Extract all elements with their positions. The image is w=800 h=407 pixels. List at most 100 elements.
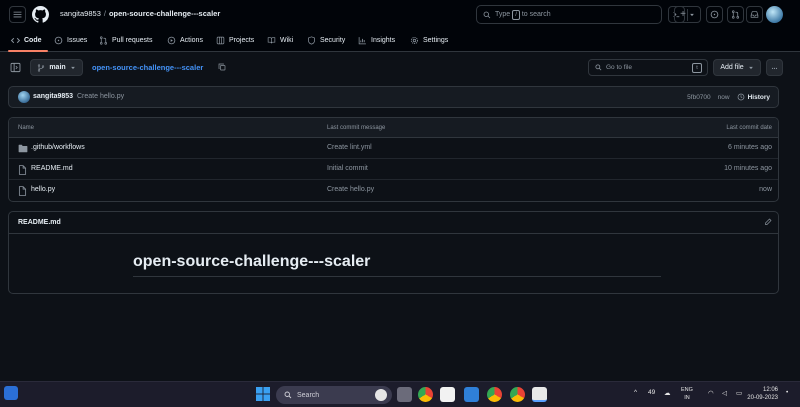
- copy-path-button[interactable]: [218, 63, 226, 71]
- chrome-icon[interactable]: [418, 387, 433, 402]
- tab-insights-label: Insights: [371, 37, 396, 44]
- tab-issues[interactable]: Issues: [54, 29, 87, 52]
- history-icon: [737, 93, 744, 101]
- widgets-icon[interactable]: [4, 386, 18, 400]
- add-file-label: Add file: [720, 64, 744, 71]
- branch-selector-button[interactable]: main: [30, 59, 83, 76]
- commit-author[interactable]: sangita9853: [33, 93, 73, 100]
- menu-button[interactable]: [9, 6, 26, 23]
- search-icon: [595, 64, 602, 71]
- user-avatar[interactable]: [766, 6, 783, 23]
- git-branch-icon: [38, 63, 45, 72]
- tab-issues-label: Issues: [67, 37, 88, 44]
- repo-tabs: Code Issues Pull requests Actions Projec…: [0, 29, 800, 52]
- tab-code[interactable]: Code: [11, 29, 42, 52]
- search-suffix: to search: [521, 11, 551, 18]
- branch-name: main: [49, 64, 66, 71]
- expand-file-tree-button[interactable]: [10, 62, 21, 73]
- go-to-file-shortcut: t: [692, 63, 702, 73]
- taskbar-clock[interactable]: 12:06 20-09-2023: [747, 386, 778, 402]
- tab-wiki-label: Wiki: [280, 37, 294, 44]
- task-view-icon[interactable]: [397, 387, 412, 402]
- history-label: History: [747, 93, 770, 101]
- chevron-up-icon[interactable]: ^: [634, 389, 637, 396]
- git-pull-request-icon: [99, 36, 108, 45]
- create-new-button[interactable]: +: [674, 6, 701, 23]
- tab-insights[interactable]: Insights: [358, 29, 395, 52]
- table-row[interactable]: README.md Initial commit 10 minutes ago: [9, 159, 778, 180]
- repo-path-title[interactable]: open-source-challenge---scaler: [92, 63, 203, 72]
- tab-security[interactable]: Security: [307, 29, 345, 52]
- tab-pull-requests[interactable]: Pull requests: [99, 29, 152, 52]
- tab-projects-label: Projects: [229, 37, 255, 44]
- notification-bell-icon[interactable]: •: [786, 389, 788, 396]
- language-indicator[interactable]: ENG IN: [681, 386, 693, 402]
- readme-title[interactable]: README.md: [18, 219, 61, 226]
- file-icon: [18, 165, 27, 175]
- history-link[interactable]: History: [737, 93, 770, 101]
- pencil-icon[interactable]: [764, 218, 772, 226]
- github-logo[interactable]: [32, 6, 49, 23]
- volume-icon[interactable]: ◁: [722, 389, 727, 397]
- clock-date: 20-09-2023: [747, 395, 778, 401]
- github-header: sangita9853/open-source-challenge---scal…: [0, 0, 800, 52]
- inbox-icon: [750, 11, 759, 18]
- active-app-icon[interactable]: [532, 387, 547, 402]
- triangle-down-icon: [70, 66, 75, 69]
- start-button[interactable]: [256, 387, 270, 401]
- active-tab-indicator: [8, 50, 48, 52]
- tab-settings[interactable]: Settings: [410, 29, 448, 52]
- commit-message[interactable]: Create hello.py: [77, 93, 124, 100]
- breadcrumb-separator: /: [103, 9, 106, 18]
- file-name[interactable]: README.md: [31, 165, 73, 172]
- file-commit-message[interactable]: Create hello.py: [327, 186, 374, 193]
- file-commit-message[interactable]: Create lint.yml: [327, 144, 372, 151]
- file-commit-message[interactable]: Initial commit: [327, 165, 368, 172]
- gear-icon: [410, 36, 419, 45]
- triangle-down-icon: [690, 13, 694, 16]
- tab-actions[interactable]: Actions: [167, 29, 203, 52]
- inbox-button[interactable]: [746, 6, 763, 23]
- global-search-input[interactable]: Type / to search: [476, 5, 662, 24]
- author-avatar[interactable]: [18, 91, 30, 103]
- file-commit-date: 6 minutes ago: [728, 144, 772, 151]
- tradingview-icon[interactable]: [440, 387, 455, 402]
- cloud-icon[interactable]: ☁: [664, 389, 671, 397]
- breadcrumb-repo[interactable]: open-source-challenge---scaler: [109, 9, 220, 18]
- play-icon: [167, 36, 176, 45]
- github-mark-icon: [32, 6, 49, 23]
- commit-sha[interactable]: 5fb0700: [687, 94, 711, 101]
- go-to-file-input[interactable]: Go to file t: [588, 59, 708, 76]
- chrome-profile-icon[interactable]: [487, 387, 502, 402]
- search-prefix: Type: [495, 11, 511, 18]
- search-shortcut-key: /: [512, 9, 520, 20]
- graph-icon: [358, 37, 366, 45]
- breadcrumb-owner[interactable]: sangita9853: [60, 9, 101, 18]
- issue-opened-icon: [710, 10, 719, 19]
- more-options-button[interactable]: ...: [766, 59, 783, 76]
- battery-icon[interactable]: ▭: [736, 389, 742, 397]
- taskbar-search[interactable]: Search: [276, 386, 392, 404]
- tab-wiki[interactable]: Wiki: [267, 29, 293, 52]
- repo-breadcrumb: sangita9853/open-source-challenge---scal…: [60, 9, 220, 18]
- table-row[interactable]: .github/workflows Create lint.yml 6 minu…: [9, 138, 778, 159]
- tab-projects[interactable]: Projects: [216, 29, 254, 52]
- wifi-icon[interactable]: ◠: [708, 389, 714, 397]
- pull-requests-button[interactable]: [727, 6, 744, 23]
- repo-file-navigation: main open-source-challenge---scaler Go t…: [0, 58, 800, 78]
- sidebar-expand-icon: [10, 62, 21, 73]
- commit-meta: 5fb0700 now History: [687, 93, 770, 101]
- add-file-button[interactable]: Add file: [713, 59, 761, 76]
- language-code: ENG: [681, 387, 693, 393]
- temperature-readout[interactable]: 49: [648, 389, 655, 396]
- notes-app-icon[interactable]: [464, 387, 479, 402]
- table-row[interactable]: hello.py Create hello.py now: [9, 180, 778, 201]
- file-name[interactable]: .github/workflows: [31, 144, 85, 151]
- issues-button[interactable]: [706, 6, 723, 23]
- search-icon: [483, 11, 491, 18]
- plus-icon: +: [680, 8, 686, 20]
- chrome-profile-2-icon[interactable]: [510, 387, 525, 402]
- issue-opened-icon: [54, 36, 63, 45]
- file-name[interactable]: hello.py: [31, 186, 55, 193]
- readme-heading: open-source-challenge---scaler: [133, 253, 371, 270]
